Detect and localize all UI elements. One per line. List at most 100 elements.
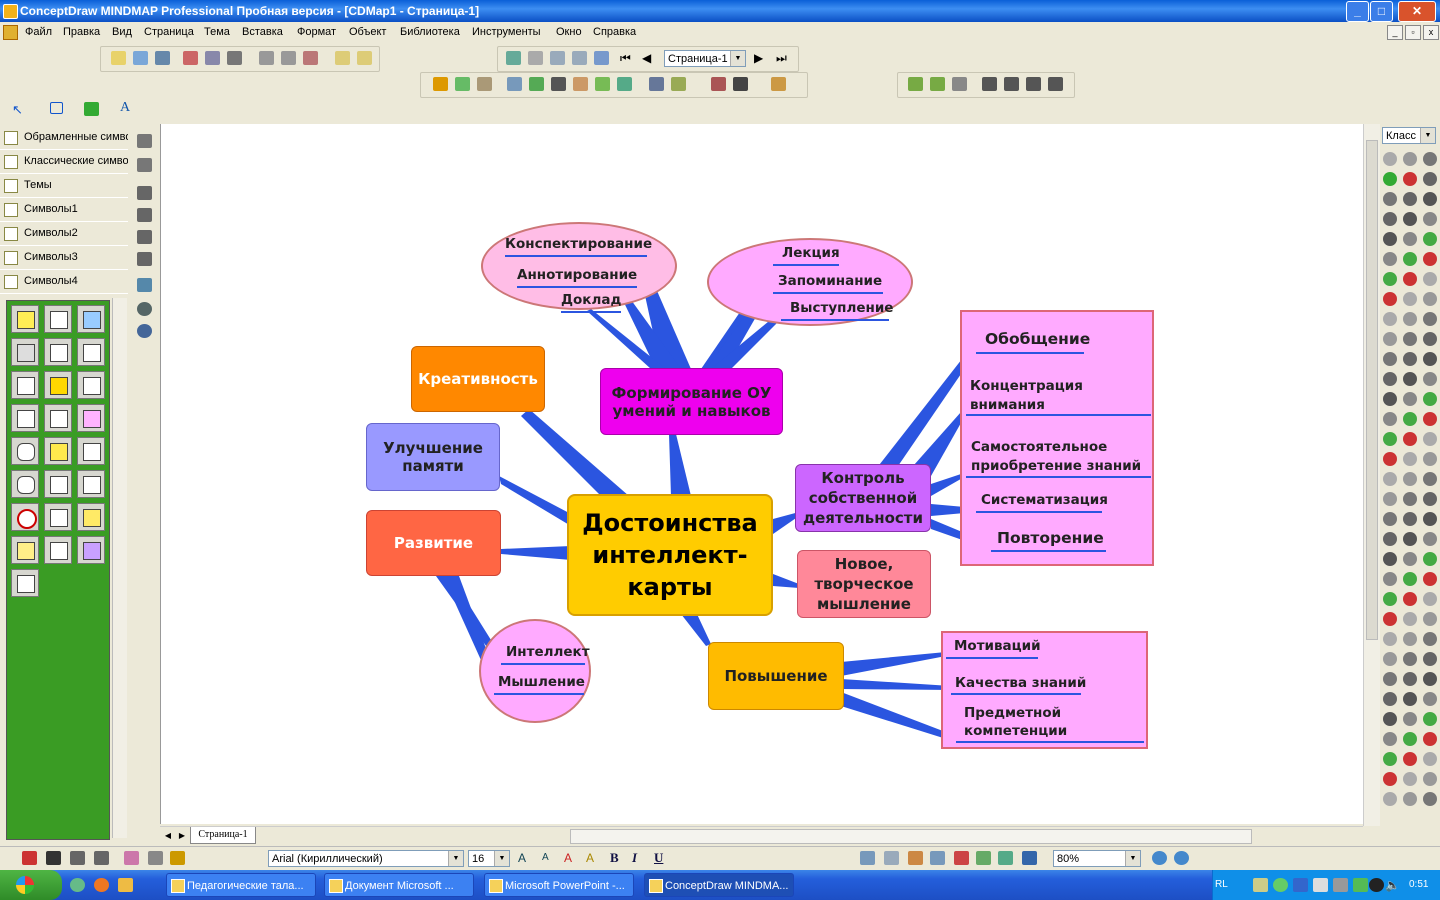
symbol-icon[interactable] xyxy=(1403,652,1417,666)
palette-shape[interactable] xyxy=(11,305,39,333)
label-sistematizaciya[interactable]: Систематизация xyxy=(981,492,1108,508)
palette-shape[interactable] xyxy=(77,470,105,498)
undo-icon[interactable] xyxy=(259,51,274,65)
symbol-icon[interactable] xyxy=(1403,372,1417,386)
firefox-icon[interactable] xyxy=(94,878,109,892)
symbol-icon[interactable] xyxy=(1403,452,1417,466)
library-tab[interactable]: Символы1 xyxy=(0,198,128,222)
align-center-icon[interactable] xyxy=(137,208,152,222)
start-button[interactable] xyxy=(0,870,62,900)
library-tab[interactable]: Символы4 xyxy=(0,270,128,294)
symbol-icon[interactable] xyxy=(1423,772,1437,786)
symbol-icon[interactable] xyxy=(1403,192,1417,206)
symbol-icon[interactable] xyxy=(1403,692,1417,706)
table-icon[interactable] xyxy=(455,77,470,91)
export-icon[interactable] xyxy=(594,51,609,65)
globe-icon[interactable] xyxy=(137,302,152,316)
symbol-icon[interactable] xyxy=(1383,452,1397,466)
task-button[interactable]: Педагогические тала... xyxy=(166,873,316,897)
label-zapominanie[interactable]: Запоминание xyxy=(778,273,882,289)
app-icon[interactable] xyxy=(3,4,18,19)
palette-shape[interactable] xyxy=(11,503,39,531)
page-setup-icon[interactable] xyxy=(572,51,587,65)
palette-shape[interactable] xyxy=(44,371,72,399)
symbol-icon[interactable] xyxy=(1383,332,1397,346)
font-color-icon[interactable]: A xyxy=(564,851,579,865)
label-kachestva[interactable]: Качества знаний xyxy=(955,675,1086,691)
fill-color-icon[interactable] xyxy=(124,851,139,865)
arrow-style-icon[interactable] xyxy=(94,851,109,865)
vertical-scroll-thumb[interactable] xyxy=(1366,140,1378,640)
menu-object[interactable]: Объект xyxy=(349,26,386,38)
label-vystuplenie[interactable]: Выступление xyxy=(790,300,893,316)
symbol-icon[interactable] xyxy=(1423,452,1437,466)
symbol-icon[interactable] xyxy=(1423,332,1437,346)
volume-icon[interactable]: 🔈 xyxy=(1385,878,1400,892)
bold-button[interactable]: B xyxy=(610,851,625,865)
palette-shape[interactable] xyxy=(77,404,105,432)
palette-shape[interactable] xyxy=(44,470,72,498)
tray-icon[interactable] xyxy=(1253,878,1268,892)
library-tab[interactable]: Обрамленные симво xyxy=(0,126,128,150)
zoom-in-icon[interactable] xyxy=(1152,851,1167,865)
menu-view[interactable]: Вид xyxy=(112,26,132,38)
launch-icon[interactable] xyxy=(118,878,133,892)
map-canvas[interactable]: Достоинства интеллект-карты Формирование… xyxy=(160,124,1364,824)
palette-shape[interactable] xyxy=(11,371,39,399)
style-icon[interactable] xyxy=(771,77,786,91)
task-button-active[interactable]: ConceptDraw MINDMA... xyxy=(644,873,794,897)
pen-icon[interactable] xyxy=(433,77,448,91)
flip-icon[interactable] xyxy=(137,158,152,172)
symbol-icon[interactable] xyxy=(1403,392,1417,406)
symbol-icon[interactable] xyxy=(1383,512,1397,526)
add-subtopic-icon[interactable] xyxy=(908,77,923,91)
add-page-icon[interactable] xyxy=(506,51,521,65)
highlight-icon[interactable]: A xyxy=(586,851,601,865)
tab-scroll-left-icon[interactable]: ◀ xyxy=(162,829,174,842)
symbol-icon[interactable] xyxy=(1383,572,1397,586)
page-select[interactable]: Страница-1 ▼ xyxy=(664,50,746,67)
symbol-icon[interactable] xyxy=(1423,292,1437,306)
page-tab[interactable]: Страница-1 xyxy=(190,827,256,844)
tray-icon[interactable] xyxy=(1313,878,1328,892)
save-icon[interactable] xyxy=(155,51,170,65)
pointer-icon[interactable]: ↖ xyxy=(12,102,27,117)
doc-icon[interactable] xyxy=(3,25,18,40)
symbol-icon[interactable] xyxy=(1403,232,1417,246)
delete-page-icon[interactable] xyxy=(528,51,543,65)
menu-tools[interactable]: Инструменты xyxy=(472,26,541,38)
maximize-button[interactable]: □ xyxy=(1370,1,1393,22)
brainstorm-icon[interactable] xyxy=(711,77,726,91)
task-button[interactable]: Документ Microsoft ... xyxy=(324,873,474,897)
symbol-icon[interactable] xyxy=(1403,332,1417,346)
symbol-icon[interactable] xyxy=(1383,532,1397,546)
font-size-select[interactable]: 16 ▼ xyxy=(468,850,510,867)
symbol-icon[interactable] xyxy=(1403,512,1417,526)
symbol-icon[interactable] xyxy=(1423,712,1437,726)
menu-help[interactable]: Справка xyxy=(593,26,636,38)
symbol-icon[interactable] xyxy=(1403,172,1417,186)
symbol-icon[interactable] xyxy=(1403,472,1417,486)
close-button[interactable]: ✕ xyxy=(1398,1,1436,22)
symbol-icon[interactable] xyxy=(1383,772,1397,786)
symbol-icon[interactable] xyxy=(1403,152,1417,166)
label-koncentraciya[interactable]: Концентрация внимания xyxy=(970,377,1090,415)
menu-theme[interactable]: Тема xyxy=(204,26,230,38)
palette-shape[interactable] xyxy=(11,404,39,432)
symbol-icon[interactable] xyxy=(1423,612,1437,626)
insert-topic-icon[interactable] xyxy=(357,51,372,65)
task-button[interactable]: Microsoft PowerPoint -... xyxy=(484,873,634,897)
symbol-icon[interactable] xyxy=(1423,272,1437,286)
redo-icon[interactable] xyxy=(281,51,296,65)
symbol-icon[interactable] xyxy=(1403,712,1417,726)
format-painter-icon[interactable] xyxy=(303,51,318,65)
connector-icon[interactable] xyxy=(477,77,492,91)
zoom-select[interactable]: 80% ▼ xyxy=(1053,850,1141,867)
symbol-icon[interactable] xyxy=(1403,432,1417,446)
minimize-button[interactable]: _ xyxy=(1346,1,1369,22)
first-page-icon[interactable]: ⏮ xyxy=(620,51,635,65)
clock[interactable]: 0:51 xyxy=(1409,879,1428,890)
symbol-icon[interactable] xyxy=(1423,692,1437,706)
label-konspektirovanie[interactable]: Конспектирование xyxy=(505,236,652,252)
symbol-icon[interactable] xyxy=(1403,672,1417,686)
